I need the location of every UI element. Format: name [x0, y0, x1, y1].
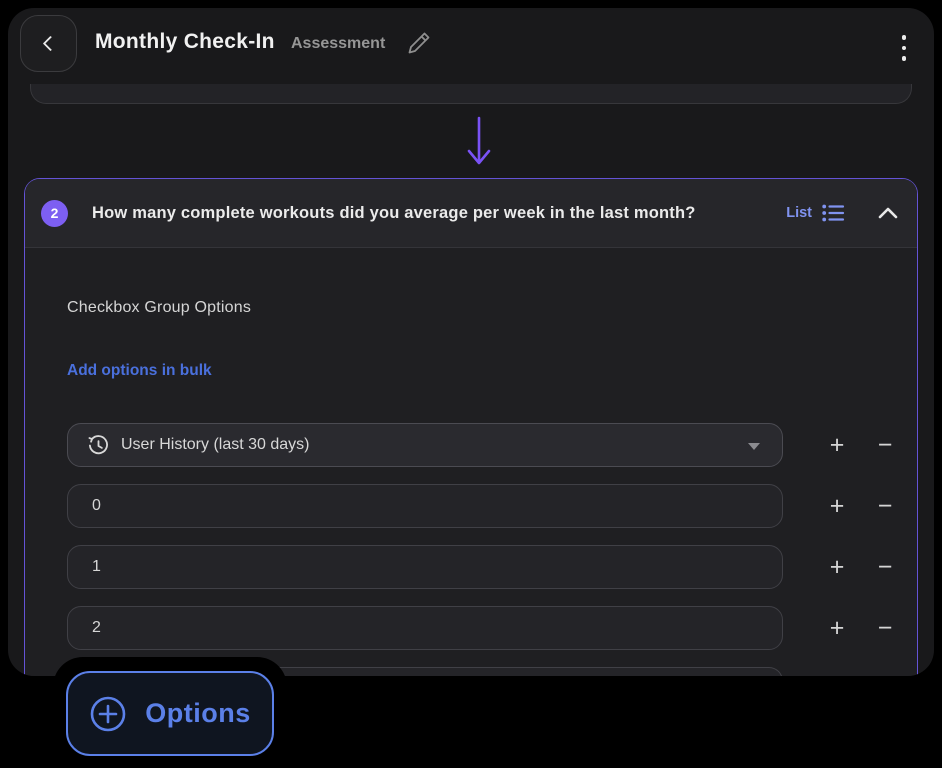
previous-question-card[interactable]: [30, 84, 912, 104]
remove-row-button[interactable]: −: [867, 423, 903, 467]
option-value-input[interactable]: 2: [67, 606, 783, 650]
collapse-button[interactable]: [877, 206, 899, 220]
options-button-label: Options: [145, 698, 251, 728]
plus-circle-icon: [89, 695, 127, 733]
user-history-dropdown[interactable]: User History (last 30 days): [67, 423, 783, 467]
pencil-icon[interactable]: [407, 32, 431, 56]
page-title: Monthly Check-In: [95, 30, 275, 53]
section-title: Checkbox Group Options: [67, 299, 252, 316]
add-row-button[interactable]: +: [819, 484, 855, 528]
option-row: 0 + −: [67, 484, 892, 528]
screenshot-canvas: Monthly Check-In Assessment 2 How many c…: [0, 0, 942, 768]
add-row-button[interactable]: +: [819, 606, 855, 650]
arrow-down-icon: [460, 112, 498, 170]
kebab-menu-icon[interactable]: [894, 30, 914, 66]
option-value-input[interactable]: 0: [67, 484, 783, 528]
question-number-badge: 2: [41, 199, 68, 227]
option-value-input[interactable]: 1: [67, 545, 783, 589]
back-button[interactable]: [20, 15, 77, 72]
question-card-header: 2 How many complete workouts did you ave…: [25, 179, 917, 248]
option-row: 2 + −: [67, 606, 892, 650]
dropdown-row: User History (last 30 days) + −: [67, 423, 892, 467]
chevron-left-icon: [42, 35, 59, 52]
add-options-bulk-link[interactable]: Add options in bulk: [67, 362, 212, 380]
history-clock-icon: [88, 434, 109, 456]
add-row-button[interactable]: +: [819, 545, 855, 589]
caret-down-icon: [748, 443, 760, 450]
options-button[interactable]: Options: [66, 671, 274, 756]
question-text: How many complete workouts did you avera…: [92, 203, 696, 222]
remove-row-button[interactable]: −: [867, 606, 903, 650]
remove-row-button[interactable]: −: [867, 545, 903, 589]
chevron-up-icon: [877, 206, 899, 220]
question-type-label: List: [786, 205, 812, 221]
bulleted-list-icon: [821, 203, 845, 223]
question-type-selector[interactable]: List: [786, 203, 845, 223]
add-row-button[interactable]: +: [819, 423, 855, 467]
dropdown-value: User History (last 30 days): [121, 436, 310, 453]
option-row: 1 + −: [67, 545, 892, 589]
question-card: 2 How many complete workouts did you ave…: [24, 178, 918, 676]
page-subtitle: Assessment: [291, 35, 386, 52]
app-window: Monthly Check-In Assessment 2 How many c…: [8, 8, 934, 676]
remove-row-button[interactable]: −: [867, 484, 903, 528]
